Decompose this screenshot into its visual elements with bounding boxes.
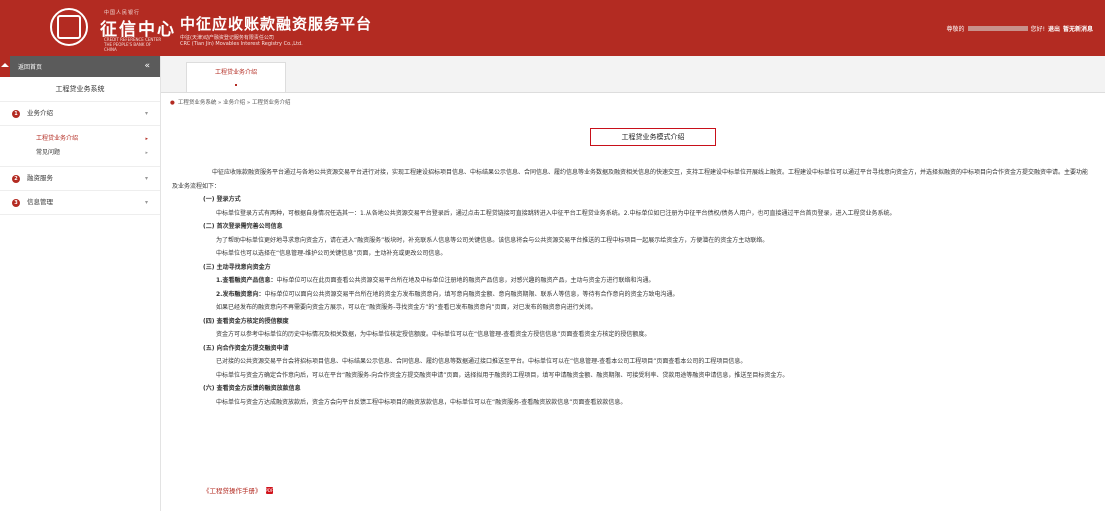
paragraph-text: 中标单位可以在此页面查看公共资源交易平台所在地及中标单位注册地的融资产品信息，对… <box>276 277 655 284</box>
section-paragraph: 中标单位登录方式有两种，可根据自身情况任选其一：1.从各地公共资源交易平台登录后… <box>216 209 896 217</box>
intro-content: 中征应收账款融资服务平台通过与各地公共资源交易平台进行对接，实现工程建设招标项目… <box>172 166 1090 409</box>
user-area: 尊敬的 您好! 退出 暂无新消息 <box>947 24 1093 33</box>
chevron-down-icon: ▾ <box>144 110 148 117</box>
masked-username <box>967 26 1028 31</box>
section-paragraph: 已对接的公共资源交易平台会将招标项目信息、中标结果公示信息、合同信息、履约信息等… <box>216 358 747 365</box>
pdf-icon: PDF <box>265 486 274 494</box>
bold-lead: 1.查看融资产品信息： <box>216 277 277 284</box>
sidebar-submenu: 工程贷业务介绍 ▸ 常见问题 ▸ <box>0 126 160 167</box>
sidebar-group-label: 融资服务 <box>27 174 53 182</box>
section-title: (二) 首次登录需完善公司信息 <box>203 223 283 230</box>
active-tab-indicator <box>235 84 237 86</box>
sidebar-item-label: 工程贷业务介绍 <box>36 135 79 142</box>
credit-center-logo-icon <box>50 8 88 46</box>
arrow-right-icon: ▸ <box>145 136 148 142</box>
operation-manual-link[interactable]: 《工程贷操作手册》 PDF <box>203 485 273 495</box>
sidebar-item-project-loan-intro[interactable]: 工程贷业务介绍 ▸ <box>0 132 160 146</box>
tab-project-loan-intro[interactable]: 工程贷业务介绍 <box>186 62 286 92</box>
section-paragraph: 中标单位与资金方确定合作意向后，可以在平台“融资服务-向合作资金方提交融资申请”… <box>216 371 789 379</box>
breadcrumb-text: 工程贷业务系统 » 业务介绍 » 工程贷业务介绍 <box>177 100 291 106</box>
breadcrumb: ● 工程贷业务系统 » 业务介绍 » 工程贷业务介绍 <box>170 98 291 106</box>
number-badge: 2 <box>12 174 20 183</box>
sidebar-group-business-intro[interactable]: 1 业务介绍 ▾ <box>0 102 160 126</box>
collapse-sidebar-button[interactable]: « <box>144 61 150 71</box>
sidebar-group-info-management[interactable]: 3 信息管理 ▾ <box>0 191 160 215</box>
logout-link[interactable]: 退出 <box>1048 24 1060 33</box>
top-banner: 中国人民银行 征信中心 Credit Reference Center The … <box>0 0 1105 56</box>
section-paragraph: 1.查看融资产品信息：中标单位可以在此页面查看公共资源交易平台所在地及中标单位注… <box>200 274 1090 288</box>
brand-english-name: Credit Reference Center The People's Ban… <box>104 37 162 52</box>
number-badge: 1 <box>12 109 20 118</box>
home-icon <box>0 56 10 77</box>
home-link[interactable]: 返回首页 « <box>0 56 160 77</box>
section-title: (四) 查看资金方核定的授信额度 <box>203 317 289 325</box>
platform-subtitle-english: CRC (Tian Jin) Movables Interest Registr… <box>180 41 303 47</box>
sidebar-group-label: 信息管理 <box>27 198 53 206</box>
section-paragraph: 中标单位与资金方达成融资放款后，资金方会向平台反馈工程中标项目的融资放款信息，中… <box>216 398 627 406</box>
section-title: (一) 登录方式 <box>203 196 241 203</box>
section-title: (三) 主动寻找意向资金方 <box>203 263 271 271</box>
home-label: 返回首页 <box>18 64 43 71</box>
location-pin-icon: ● <box>170 100 175 106</box>
platform-subtitle: 中征(天津)动产融资登记服务有限责任公司 <box>180 35 274 41</box>
sidebar-group-financing-service[interactable]: 2 融资服务 ▾ <box>0 167 160 191</box>
messages-link[interactable]: 暂无新消息 <box>1063 24 1093 33</box>
intro-paragraph: 中征应收账款融资服务平台通过与各地公共资源交易平台进行对接，实现工程建设招标项目… <box>172 169 1089 190</box>
page-title: 工程贷业务模式介绍 <box>590 128 716 146</box>
greeting-suffix: 您好! <box>1030 26 1045 33</box>
tab-bar: 工程贷业务介绍 <box>161 56 1105 93</box>
section-title: (五) 向合作资金方提交融资申请 <box>203 344 289 352</box>
section-paragraph: 2.发布融资意向：中标单位可以面向公共资源交易平台所在地的资金方发布融资意向，填… <box>200 288 1090 302</box>
paragraph-text: 中标单位可以面向公共资源交易平台所在地的资金方发布融资意向，填写意向融资金额、意… <box>264 290 679 298</box>
greeting-prefix: 尊敬的 <box>946 26 965 33</box>
tab-label: 工程贷业务介绍 <box>214 69 257 76</box>
sidebar: 返回首页 « 工程贷业务系统 1 业务介绍 ▾ 工程贷业务介绍 ▸ 常见问题 ▸… <box>0 56 161 511</box>
sidebar-item-label: 常见问题 <box>36 149 61 156</box>
section-paragraph: 为了帮助中标单位更好地寻求意向资金方，请在进入“融资服务”板块时，补充联系人信息… <box>216 236 769 244</box>
sidebar-item-faq[interactable]: 常见问题 ▸ <box>0 146 160 160</box>
system-name: 工程贷业务系统 <box>0 77 160 102</box>
manual-label: 《工程贷操作手册》 <box>203 487 262 495</box>
section-paragraph: 资金方可以参考中标单位的历史中标情况及相关数据，为中标单位核定授信额度。中标单位… <box>216 331 651 338</box>
number-badge: 3 <box>12 198 20 207</box>
chevron-down-icon: ▾ <box>144 175 148 182</box>
platform-title: 中征应收账款融资服务平台 <box>180 15 373 33</box>
section-title: (六) 查看资金方反馈的融资放款信息 <box>203 385 301 392</box>
section-paragraph: 如果已经发布的融资意向不再需要向资金方展示，可以在“融资服务-寻找资金方”的“查… <box>216 304 597 311</box>
bold-lead: 2.发布融资意向： <box>216 290 265 298</box>
arrow-right-icon: ▸ <box>145 150 148 156</box>
section-paragraph: 中标单位也可以选择在“信息管理-维护公司关键信息”页面，主动补充或更改公司信息。 <box>216 250 447 257</box>
sidebar-group-label: 业务介绍 <box>27 109 53 117</box>
chevron-down-icon: ▾ <box>144 199 148 206</box>
